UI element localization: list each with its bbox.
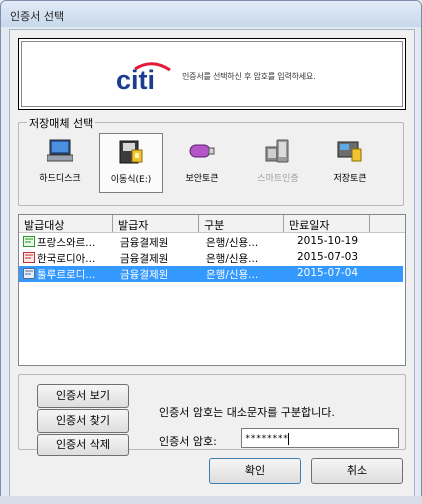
delete-certificate-button[interactable]: 인증서 삭제	[37, 434, 129, 456]
view-certificate-button[interactable]: 인증서 보기	[37, 384, 129, 408]
banner-message: 인증서를 선택하신 후 암호를 입력하세요.	[182, 72, 316, 81]
cell-subject: 툴루르로디...	[37, 269, 96, 281]
cell-issuer: 금융결제원	[120, 269, 169, 281]
table-row[interactable]: 프랑스와르... 금융결제원 은행/신용... 2015-10-19	[19, 234, 403, 250]
svg-text:citi: citi	[116, 65, 155, 93]
column-type[interactable]: 구분	[204, 217, 224, 233]
banner: citi 인증서를 선택하신 후 암호를 입력하세요.	[18, 38, 406, 110]
ok-button[interactable]: 확인	[209, 458, 301, 484]
column-expiry[interactable]: 만료일자	[289, 217, 329, 233]
password-label: 인증서 암호:	[159, 435, 217, 448]
certificate-list[interactable]: 발급대상 발급자 구분 만료일자 프랑스와르... 금융결제원 은행/신용...…	[18, 214, 406, 366]
column-issuer[interactable]: 발급자	[118, 217, 148, 233]
storage-label-save-token: 저장토큰	[333, 174, 367, 184]
cell-issuer: 금융결제원	[120, 237, 169, 249]
storage-save-token[interactable]: 저장토큰	[319, 133, 381, 191]
table-row[interactable]: 한국로디아... 금융결제원 은행/신용... 2015-07-03	[19, 250, 403, 266]
cell-issuer: 금융결제원	[120, 253, 169, 265]
storage-hard-disk[interactable]: 하드디스크	[29, 133, 91, 191]
dialog-client: citi 인증서를 선택하신 후 암호를 입력하세요. 저장매체 선택 하드디스…	[9, 29, 415, 499]
smartphone-icon	[265, 139, 289, 163]
column-subject[interactable]: 발급대상	[24, 217, 64, 233]
certificate-icon	[23, 268, 35, 279]
storage-media-group: 저장매체 선택 하드디스크 이동식(E:) 보안토큰 스마트인증 저장토큰	[18, 115, 404, 206]
citi-logo: citi	[116, 62, 171, 93]
certificate-icon	[23, 252, 35, 263]
list-header: 발급대상 발급자 구분 만료일자	[19, 215, 405, 233]
storage-label-smart-cert: 스마트인증	[257, 174, 299, 184]
cell-subject: 프랑스와르...	[37, 237, 96, 249]
cell-expiry: 2015-07-03	[297, 251, 359, 263]
certificate-icon	[23, 236, 35, 247]
banner-frame: citi 인증서를 선택하신 후 암호를 입력하세요.	[21, 41, 403, 107]
cell-expiry: 2015-07-04	[297, 267, 359, 279]
password-group: 인증서 보기 인증서 찾기 인증서 삭제 인증서 암호는 대소문자를 구분합니다…	[18, 374, 406, 456]
column-divider[interactable]	[283, 215, 284, 232]
column-divider[interactable]	[369, 215, 370, 232]
storage-label-security-token: 보안토큰	[185, 174, 219, 184]
storage-smart-cert[interactable]: 스마트인증	[247, 133, 309, 191]
password-value: ********	[245, 434, 289, 444]
text-caret	[288, 432, 290, 445]
storage-label-hard-disk: 하드디스크	[39, 174, 81, 184]
window-title: 인증서 선택	[10, 10, 65, 23]
password-hint: 인증서 암호는 대소문자를 구분합니다.	[159, 406, 335, 419]
security-token-icon	[189, 144, 215, 158]
storage-removable-disk[interactable]: 이동식(E:)	[99, 133, 163, 193]
password-input[interactable]: ********	[241, 428, 399, 448]
cell-type: 은행/신용...	[206, 237, 259, 249]
find-certificate-button[interactable]: 인증서 찾기	[37, 409, 129, 433]
table-row-selected[interactable]: 툴루르로디... 금융결제원 은행/신용... 2015-07-04	[19, 266, 403, 282]
storage-security-token[interactable]: 보안토큰	[171, 133, 233, 191]
removable-disk-icon	[119, 140, 143, 164]
cell-type: 은행/신용...	[206, 269, 259, 281]
bottom-edge	[0, 496, 422, 504]
certificate-dialog: 인증서 선택 citi 인증서를 선택하신 후 암호를 입력하세요. 저장매체 …	[0, 0, 422, 504]
column-divider[interactable]	[198, 215, 199, 232]
save-token-icon	[337, 141, 362, 162]
cancel-button[interactable]: 취소	[311, 458, 403, 484]
hard-disk-icon	[47, 139, 73, 162]
title-bar[interactable]: 인증서 선택	[1, 1, 421, 27]
cell-subject: 한국로디아...	[37, 253, 96, 265]
storage-group-label: 저장매체 선택	[27, 115, 96, 131]
cell-expiry: 2015-10-19	[297, 235, 359, 247]
cell-type: 은행/신용...	[206, 253, 259, 265]
storage-label-removable: 이동식(E:)	[110, 175, 152, 185]
column-divider[interactable]	[112, 215, 113, 232]
